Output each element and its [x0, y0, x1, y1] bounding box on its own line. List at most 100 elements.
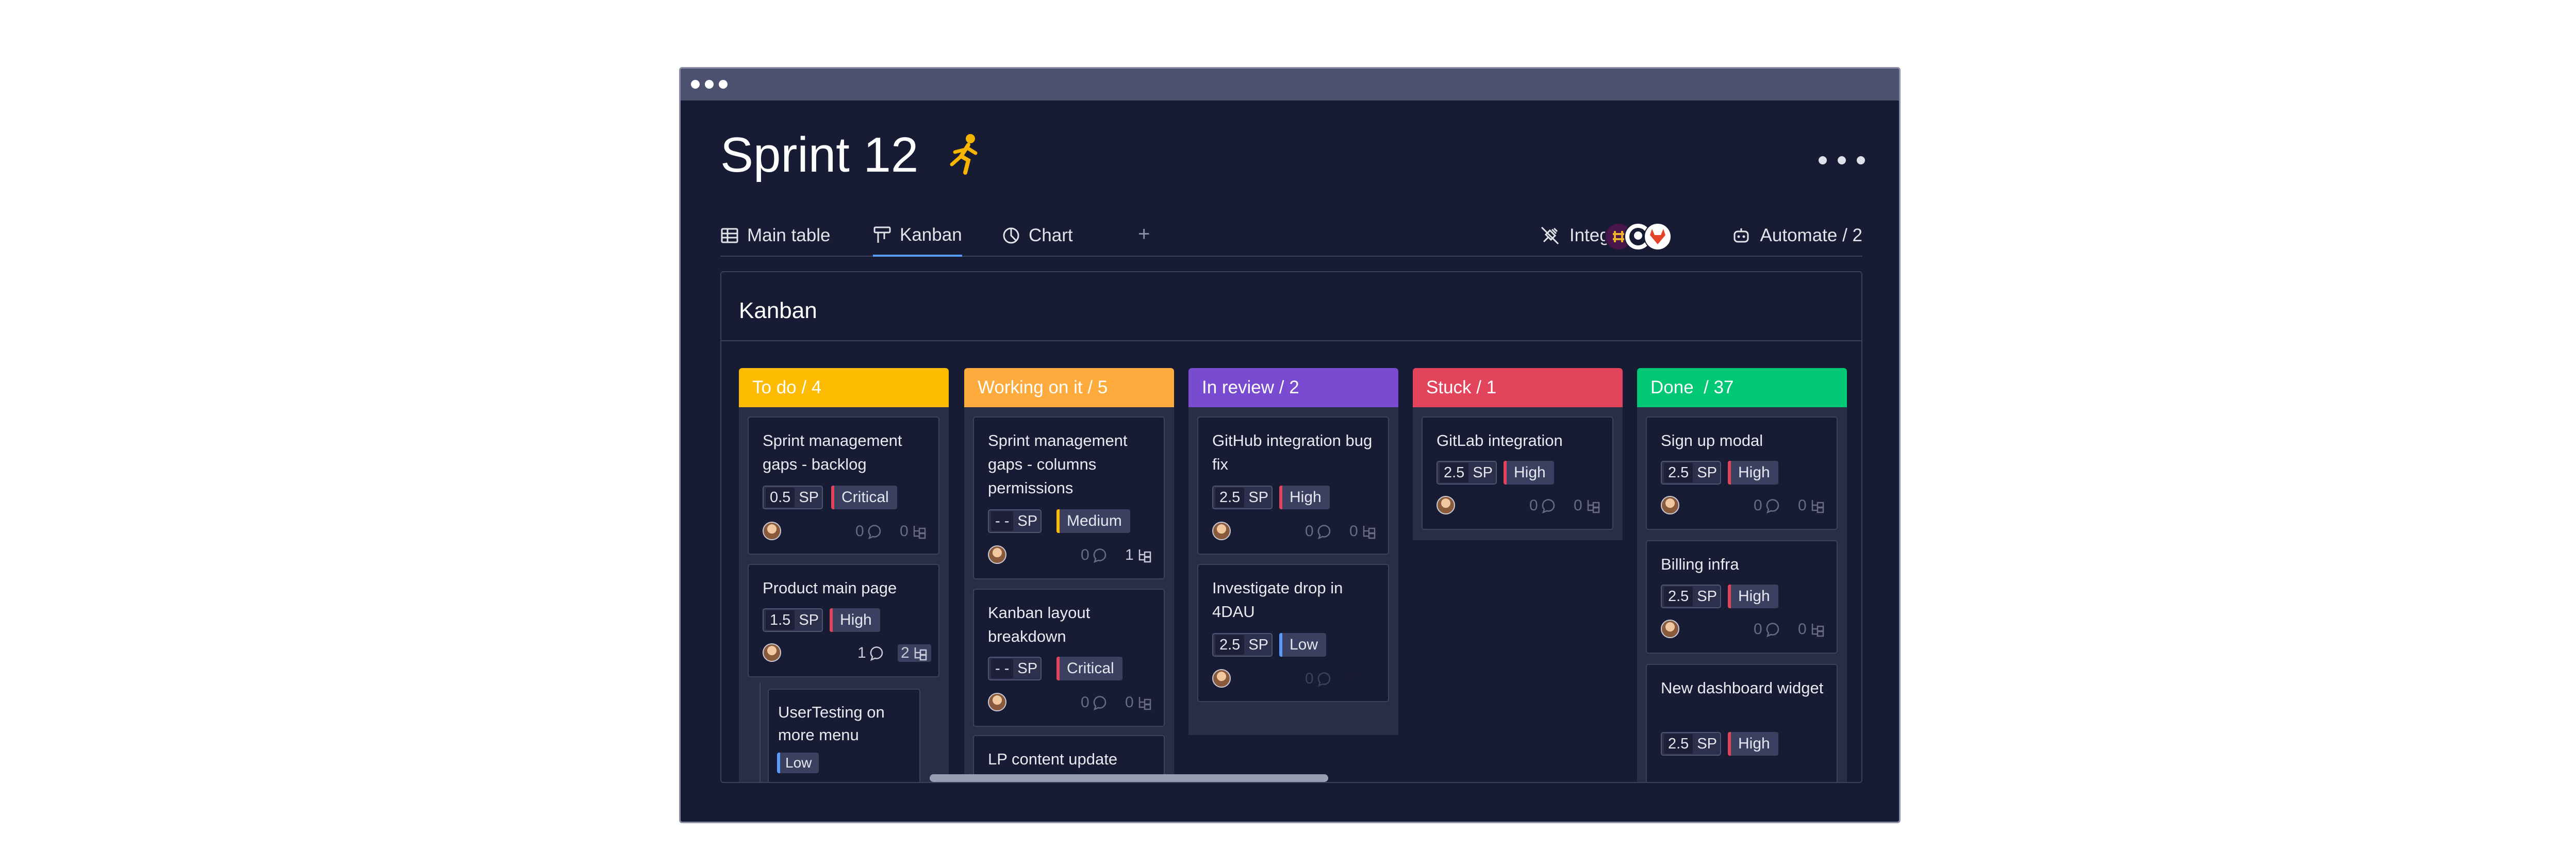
avatar[interactable] — [988, 693, 1006, 711]
subitem-card[interactable]: UserTesting on more menu Low — [768, 689, 920, 782]
comments-count[interactable]: 0 — [1529, 497, 1557, 514]
comments-count[interactable]: 0 — [1754, 621, 1781, 638]
subitems-count[interactable]: 0 — [1349, 523, 1377, 540]
sp-unit: SP — [1248, 489, 1269, 506]
avatar[interactable] — [988, 545, 1006, 564]
subitems-count[interactable]: 0 — [1349, 670, 1358, 688]
card-meta: 0 0 — [1212, 669, 1378, 690]
story-points[interactable]: 1.5 SP — [763, 608, 823, 632]
card-title: UserTesting on more menu — [778, 703, 885, 744]
add-tab-button[interactable]: + — [1138, 223, 1150, 246]
story-points[interactable]: - - SP — [988, 509, 1042, 533]
tab-main-table[interactable]: Main table — [720, 215, 830, 256]
avatar[interactable] — [1212, 669, 1231, 688]
window-dot[interactable] — [719, 80, 728, 89]
priority-label: High — [1738, 735, 1770, 752]
subitems-count[interactable]: 2 — [898, 644, 931, 662]
priority-badge[interactable]: High — [1728, 461, 1778, 485]
integration-apps[interactable] — [1605, 223, 1677, 251]
avatar[interactable] — [1661, 496, 1679, 514]
kanban-column-done[interactable]: Done / 37 Sign up modal 2.5 SP High 0 0 B… — [1637, 368, 1847, 782]
story-points[interactable]: 2.5 SP — [1661, 732, 1722, 756]
comments-count[interactable]: 0 — [1305, 523, 1332, 540]
kanban-card[interactable]: GitHub integration bug fix 2.5 SP High 0 … — [1197, 417, 1389, 555]
window-dot[interactable] — [705, 80, 714, 89]
avatar[interactable] — [1212, 522, 1231, 540]
kanban-card[interactable]: Product main page 1.5 SP High 1 2 — [748, 564, 939, 677]
sp-value: 2.5 — [1664, 734, 1693, 754]
page-title: Sprint 12 — [720, 130, 987, 185]
tab-kanban[interactable]: Kanban — [873, 215, 962, 257]
sp-unit: SP — [1697, 735, 1718, 752]
story-points[interactable]: 2.5 SP — [1436, 461, 1497, 485]
avatar[interactable] — [763, 522, 781, 540]
story-points[interactable]: 2.5 SP — [1212, 633, 1273, 657]
subitems-count[interactable]: 0 — [900, 523, 927, 540]
priority-badge[interactable]: Critical — [1056, 657, 1122, 680]
window-titlebar — [681, 69, 1899, 101]
kanban-card[interactable]: Investigate drop in 4DAU 2.5 SP Low 0 0 — [1197, 564, 1389, 702]
card-title: Product main page — [763, 579, 897, 597]
kanban-card[interactable]: Kanban layout breakdown - - SP Critical 0… — [973, 589, 1165, 727]
column-header: Working on it / 5 — [964, 368, 1174, 407]
subitems-icon — [913, 526, 926, 539]
comment-icon — [1093, 548, 1106, 563]
card-title: GitHub integration bug fix — [1212, 431, 1373, 473]
avatar[interactable] — [1436, 496, 1455, 514]
subitems-icon — [1138, 697, 1151, 710]
priority-badge[interactable]: High — [1728, 585, 1778, 608]
tab-chart[interactable]: Chart — [1002, 215, 1073, 256]
priority-badge[interactable]: High — [1279, 486, 1330, 509]
more-dots-icon[interactable] — [1819, 156, 1865, 166]
priority-badge[interactable]: Low — [777, 753, 819, 773]
story-points[interactable]: 2.5 SP — [1661, 585, 1722, 608]
story-points[interactable]: 2.5 SP — [1212, 486, 1273, 509]
subitems-count[interactable]: 0 — [1574, 497, 1601, 514]
story-points[interactable]: - - SP — [988, 657, 1042, 680]
card-title: Kanban layout breakdown — [988, 604, 1091, 645]
kanban-card[interactable]: GitLab integration 2.5 SP High 0 0 — [1422, 417, 1613, 530]
subitems-icon — [1138, 549, 1151, 563]
comments-count[interactable]: 0 — [1081, 546, 1108, 564]
kanban-card[interactable]: Sign up modal 2.5 SP High 0 0 — [1646, 417, 1838, 530]
kanban-card[interactable]: Sprint management gaps - columns permiss… — [973, 417, 1165, 579]
comments-count[interactable]: 0 — [1081, 694, 1108, 711]
kanban-column-todo[interactable]: To do / 4 Sprint management gaps - backl… — [739, 368, 949, 782]
kanban-card[interactable]: New dashboard widget 2.5 SP High — [1646, 664, 1838, 782]
kanban-card[interactable]: Sprint management gaps - backlog 0.5 SP C… — [748, 417, 939, 555]
priority-label: High — [1514, 464, 1546, 481]
priority-label: Critical — [841, 489, 889, 506]
kanban-card[interactable]: Billing infra 2.5 SP High 0 0 — [1646, 540, 1838, 654]
priority-badge[interactable]: High — [1504, 461, 1554, 485]
kanban-column-working[interactable]: Working on it / 5 Sprint management gaps… — [964, 368, 1174, 782]
kanban-column-stuck[interactable]: Stuck / 1 GitLab integration 2.5 SP High … — [1413, 368, 1623, 540]
kanban-column-in-review[interactable]: In review / 2 GitHub integration bug fix… — [1188, 368, 1398, 735]
priority-badge[interactable]: High — [830, 608, 880, 632]
priority-badge[interactable]: Low — [1279, 633, 1327, 657]
subitems-count[interactable]: 0 — [1125, 694, 1152, 711]
avatar[interactable] — [763, 643, 781, 662]
story-points[interactable]: 2.5 SP — [1661, 461, 1722, 485]
integrate-plug-icon — [1540, 225, 1560, 246]
priority-label: Low — [785, 755, 812, 771]
comments-count[interactable]: 0 — [1305, 670, 1332, 688]
subitems-count[interactable]: 0 — [1798, 497, 1825, 514]
comments-count[interactable]: 0 — [1754, 497, 1781, 514]
view-tabs: Main table Kanban Chart + Integrate — [720, 215, 1862, 257]
automate-button[interactable]: Automate / 2 — [1731, 215, 1862, 256]
priority-label: Low — [1290, 636, 1318, 653]
page-title-text: Sprint 12 — [720, 127, 919, 182]
subitems-count[interactable]: 0 — [1798, 621, 1825, 638]
priority-badge[interactable]: High — [1728, 732, 1778, 756]
subitems-count[interactable]: 1 — [1125, 546, 1152, 564]
story-points[interactable]: 0.5 SP — [763, 486, 823, 509]
priority-badge[interactable]: Medium — [1056, 509, 1130, 533]
comments-count[interactable]: 0 — [855, 523, 883, 540]
gitlab-icon — [1644, 223, 1672, 251]
priority-label: Critical — [1067, 660, 1114, 677]
avatar[interactable] — [1661, 620, 1679, 638]
window-dot[interactable] — [691, 80, 700, 89]
board-horizontal-scrollbar[interactable] — [930, 774, 1328, 782]
priority-badge[interactable]: Critical — [831, 486, 897, 509]
comments-count[interactable]: 1 — [857, 644, 885, 662]
